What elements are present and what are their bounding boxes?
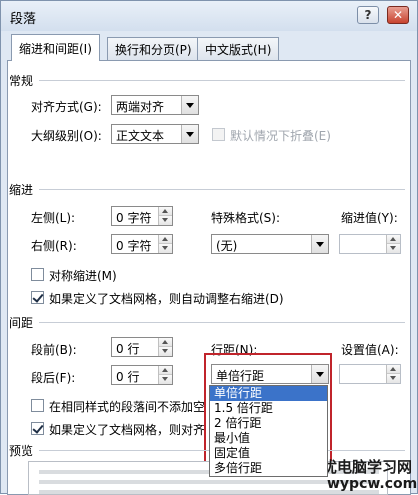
divider bbox=[39, 189, 405, 190]
space-after-value: 0 行 bbox=[116, 370, 140, 384]
space-after-label: 段后(F): bbox=[31, 371, 76, 385]
section-indentation-heading: 缩进 bbox=[9, 183, 34, 197]
collapse-default-label: 默认情况下折叠(E) bbox=[230, 129, 331, 143]
divider bbox=[39, 80, 405, 81]
spin-up-icon[interactable] bbox=[387, 235, 400, 244]
spin-down-icon[interactable] bbox=[159, 244, 172, 253]
paragraph-dialog: 段落 ? ✕ 缩进和间距(I) 换行和分页(P) 中文版式(H) 常规 对齐方式… bbox=[0, 0, 418, 495]
indent-by-label: 缩进值(Y): bbox=[341, 211, 398, 225]
spin-up-icon[interactable] bbox=[159, 207, 172, 216]
spin-up-icon[interactable] bbox=[159, 235, 172, 244]
space-before-label: 段前(B): bbox=[31, 343, 77, 357]
help-button[interactable]: ? bbox=[357, 6, 379, 24]
outline-level-value: 正文文本 bbox=[116, 129, 165, 143]
line-spacing-options-list[interactable]: 单倍行距 1.5 倍行距 2 倍行距 最小值 固定值 多倍行距 bbox=[209, 385, 328, 477]
snap-to-grid-label: 如果定义了文档网格，则对齐 bbox=[49, 423, 206, 437]
dialog-title: 段落 bbox=[10, 12, 37, 27]
spacing-at-spinner[interactable] bbox=[339, 364, 401, 384]
line-spacing-option[interactable]: 单倍行距 bbox=[210, 386, 327, 401]
outline-level-label: 大纲级别(O): bbox=[31, 129, 102, 143]
alignment-select[interactable]: 两端对齐 bbox=[111, 95, 199, 115]
indent-by-spinner[interactable] bbox=[339, 234, 401, 254]
mirror-indents-checkbox[interactable] bbox=[31, 268, 44, 281]
mirror-indents-label: 对称缩进(M) bbox=[49, 269, 117, 283]
indent-right-label: 右侧(R): bbox=[31, 239, 77, 253]
auto-adjust-right-indent-checkbox[interactable] bbox=[31, 291, 44, 304]
tab-indents-and-spacing[interactable]: 缩进和间距(I) bbox=[11, 34, 100, 61]
section-preview-heading: 预览 bbox=[9, 444, 34, 458]
watermark-url: wypcw.com bbox=[327, 476, 418, 492]
tab-asian-typography[interactable]: 中文版式(H) bbox=[197, 37, 280, 60]
title-bar[interactable]: 段落 ? ✕ bbox=[1, 1, 417, 31]
tab-line-and-page-breaks[interactable]: 换行和分页(P) bbox=[107, 37, 200, 60]
outline-level-select[interactable]: 正文文本 bbox=[111, 124, 199, 144]
alignment-value: 两端对齐 bbox=[116, 100, 165, 114]
alignment-label: 对齐方式(G): bbox=[31, 100, 102, 114]
chevron-down-icon[interactable] bbox=[311, 235, 328, 253]
line-spacing-option[interactable]: 固定值 bbox=[210, 446, 327, 461]
close-button[interactable]: ✕ bbox=[387, 6, 409, 24]
no-space-same-style-checkbox[interactable] bbox=[31, 399, 44, 412]
no-space-same-style-label: 在相同样式的段落间不添加空 bbox=[49, 400, 206, 414]
spin-down-icon[interactable] bbox=[159, 375, 172, 384]
auto-adjust-right-indent-label: 如果定义了文档网格，则自动调整右缩进(D) bbox=[49, 292, 284, 306]
spacing-at-label: 设置值(A): bbox=[341, 343, 399, 357]
snap-to-grid-checkbox[interactable] bbox=[31, 422, 44, 435]
chevron-down-icon[interactable] bbox=[181, 125, 198, 143]
section-general-heading: 常规 bbox=[9, 74, 34, 88]
section-spacing-heading: 间距 bbox=[9, 316, 34, 330]
indent-right-spinner[interactable]: 0 字符 bbox=[111, 234, 173, 254]
indent-left-spinner[interactable]: 0 字符 bbox=[111, 206, 173, 226]
spin-down-icon[interactable] bbox=[387, 374, 400, 383]
indent-left-value: 0 字符 bbox=[116, 211, 152, 225]
spin-down-icon[interactable] bbox=[159, 216, 172, 225]
special-indent-label: 特殊格式(S): bbox=[211, 211, 281, 225]
spin-up-icon[interactable] bbox=[387, 365, 400, 374]
spin-up-icon[interactable] bbox=[159, 338, 172, 347]
spin-up-icon[interactable] bbox=[159, 366, 172, 375]
spin-down-icon[interactable] bbox=[387, 244, 400, 253]
line-spacing-option[interactable]: 2 倍行距 bbox=[210, 416, 327, 431]
space-before-spinner[interactable]: 0 行 bbox=[111, 337, 173, 357]
special-indent-select[interactable]: (无) bbox=[211, 234, 329, 254]
line-spacing-option[interactable]: 1.5 倍行距 bbox=[210, 401, 327, 416]
indent-right-value: 0 字符 bbox=[116, 239, 152, 253]
line-spacing-option[interactable]: 最小值 bbox=[210, 431, 327, 446]
space-after-spinner[interactable]: 0 行 bbox=[111, 365, 173, 385]
line-spacing-option[interactable]: 多倍行距 bbox=[210, 461, 327, 476]
special-indent-value: (无) bbox=[216, 239, 238, 253]
spin-down-icon[interactable] bbox=[159, 347, 172, 356]
indent-left-label: 左侧(L): bbox=[31, 211, 76, 225]
chevron-down-icon[interactable] bbox=[181, 96, 198, 114]
collapse-default-checkbox[interactable] bbox=[212, 128, 225, 141]
divider bbox=[39, 322, 405, 323]
space-before-value: 0 行 bbox=[116, 342, 140, 356]
